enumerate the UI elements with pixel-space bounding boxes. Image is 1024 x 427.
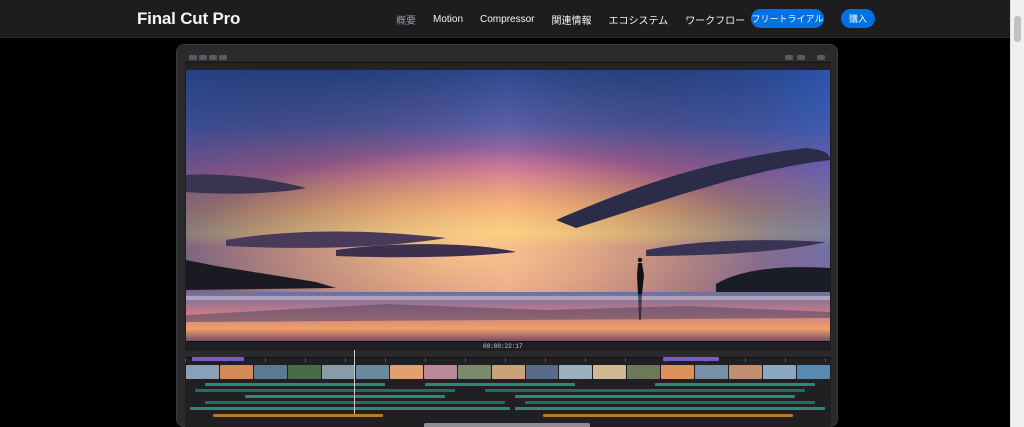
viewer-controls: 00:00:22:17 [185, 341, 831, 351]
audio-clip[interactable] [245, 395, 445, 398]
global-nav: Final Cut Pro 概要 Motion Compressor 関連情報 … [0, 0, 1010, 38]
toolbar-icon [209, 55, 217, 60]
toolbar-icon [199, 55, 207, 60]
music-clip[interactable] [213, 414, 383, 417]
audio-clip[interactable] [525, 401, 815, 404]
nav-link-compressor[interactable]: Compressor [480, 14, 534, 25]
timecode-display: 00:00:22:17 [483, 343, 523, 350]
nav-link-related[interactable]: 関連情報 [551, 12, 591, 27]
product-title[interactable]: Final Cut Pro [137, 9, 240, 29]
nav-link-motion[interactable]: Motion [433, 14, 463, 25]
scrollbar-thumb[interactable] [1014, 16, 1021, 42]
video-clip[interactable] [593, 365, 627, 379]
buy-button[interactable]: 購入 [841, 9, 875, 28]
timeline[interactable] [185, 351, 831, 427]
toolbar-icon [219, 55, 227, 60]
nav-link-overview[interactable]: 概要 [396, 12, 416, 27]
title-clip[interactable] [192, 357, 244, 361]
scroll-indicator [424, 423, 590, 427]
toolbar-icon [189, 55, 197, 60]
video-clip[interactable] [491, 365, 525, 379]
video-clip[interactable] [389, 365, 423, 379]
viewer-info-bar [185, 63, 831, 70]
audio-clip[interactable] [515, 407, 825, 410]
audio-clip[interactable] [655, 383, 815, 386]
video-clip[interactable] [763, 365, 797, 379]
audio-clip[interactable] [205, 401, 505, 404]
audio-clip[interactable] [515, 395, 795, 398]
title-clip[interactable] [663, 357, 719, 361]
video-clip[interactable] [729, 365, 763, 379]
toolbar-icon [797, 55, 805, 60]
playhead[interactable] [354, 350, 355, 414]
video-clip[interactable] [457, 365, 491, 379]
timeline-ruler [185, 358, 831, 362]
product-screenshot-frame: 00:00:22:17 [176, 44, 838, 427]
audio-clip[interactable] [190, 407, 510, 410]
vertical-scrollbar[interactable] [1010, 0, 1024, 427]
free-trial-button[interactable]: フリートライアル [751, 9, 824, 28]
app-screen: 00:00:22:17 [185, 53, 831, 427]
video-clip[interactable] [253, 365, 287, 379]
video-clip[interactable] [661, 365, 695, 379]
video-clip[interactable] [423, 365, 457, 379]
nav-link-ecosystem[interactable]: エコシステム [608, 12, 668, 27]
primary-storyline[interactable] [186, 365, 831, 379]
timeline-toolbar [185, 351, 831, 358]
video-clip[interactable] [695, 365, 729, 379]
toolbar-icon [785, 55, 793, 60]
video-clip[interactable] [627, 365, 661, 379]
nav-links: 概要 Motion Compressor 関連情報 エコシステム ワークフロー … [396, 0, 799, 38]
video-clip[interactable] [186, 365, 219, 379]
audio-clip[interactable] [425, 383, 575, 386]
page: Final Cut Pro 概要 Motion Compressor 関連情報 … [0, 0, 1024, 427]
video-clip[interactable] [797, 365, 831, 379]
video-clip[interactable] [287, 365, 321, 379]
sunset-beach-photo [186, 70, 830, 341]
video-clip[interactable] [355, 365, 389, 379]
audio-clip[interactable] [485, 389, 805, 392]
music-clip[interactable] [543, 414, 793, 417]
video-clip[interactable] [321, 365, 355, 379]
audio-clip[interactable] [195, 389, 455, 392]
video-clip[interactable] [559, 365, 593, 379]
viewer-image [186, 70, 830, 341]
toolbar-icon [817, 55, 825, 60]
video-clip[interactable] [525, 365, 559, 379]
audio-clip[interactable] [205, 383, 385, 386]
nav-link-workflow[interactable]: ワークフロー [685, 12, 745, 27]
app-toolbar [185, 53, 831, 63]
video-clip[interactable] [219, 365, 253, 379]
